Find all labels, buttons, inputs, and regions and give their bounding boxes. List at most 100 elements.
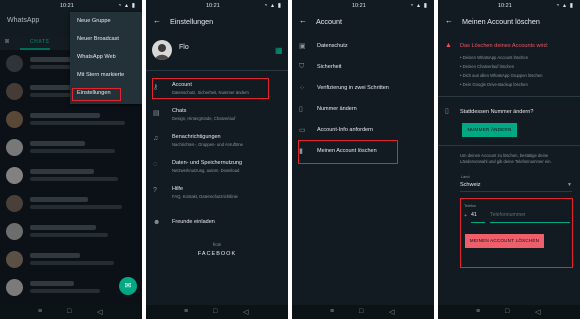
account-item-label: Account-Info anfordern [317,127,373,133]
settings-item-notifications[interactable]: ♫ Benachrichtigungen Nachrichten-, Grupp… [146,132,288,158]
people-icon: ☻ [153,219,161,226]
settings-item-subtitle: FAQ, Kontakt, Datenschutzrichtlinie [172,194,238,199]
page-title: Account [316,17,342,26]
account-item-label: Verifizierung in zwei Schritten [317,85,389,91]
settings-item-help[interactable]: ? Hilfe FAQ, Kontakt, Datenschutzrichtli… [146,184,288,210]
warning-bullet: • Dich aus allen WhatsApp Gruppen lösche… [460,73,543,78]
account-item-change-number[interactable]: ▯ Nummer ändern [292,103,434,123]
status-icons: ◔ ▴ ▮ [409,3,428,9]
status-bar: 10:21 ◔ ▴ ▮ [438,0,580,14]
phone-screen-account: 10:21 ◔ ▴ ▮ ← Account ▣ Datenschutz ⛉ Si… [292,0,434,319]
status-icons: ◔ ▴ ▮ [555,3,574,9]
new-chat-button[interactable]: ✉ [119,277,137,295]
settings-item-subtitle: Design, Hintergründe, Chatverlauf [172,116,236,121]
phone-icon: ▯ [445,108,449,115]
country-value: Schweiz [460,182,481,188]
menu-icon[interactable]: ≡ [38,308,42,315]
account-item-security[interactable]: ⛉ Sicherheit [292,61,434,81]
warning-bullet: • Deinen Chatverlauf löschen [460,64,515,69]
lock-icon: ▣ [299,43,306,50]
settings-item-title: Chats [172,108,187,114]
warning-bullet: • Deinen WhatsApp Account löschen [460,55,529,60]
app-bar: ← Account [292,14,434,31]
dropdown-icon: ▼ [567,182,572,188]
data-usage-icon: ◌ [153,161,158,168]
status-icons: ◔ ▴ ▮ [263,3,282,9]
country-select[interactable]: Schweiz ▼ [460,182,572,192]
bell-icon: ♫ [153,135,159,142]
back-icon[interactable]: ◁ [97,308,102,316]
system-nav-bar: ≡ □ ◁ [146,305,288,319]
home-icon[interactable]: □ [359,308,363,315]
home-icon[interactable]: □ [505,308,509,315]
country-label: Land [461,175,470,179]
help-icon: ? [153,187,157,194]
divider [438,96,580,97]
warning-bullet: • Dein Google Drive-Backup löschen [460,82,528,87]
phone-screen-chats: 10:21 ◔ ▴ ▮ WhatsApp ◙ CHATS ✉ Neue Grup [0,0,142,319]
back-icon[interactable]: ◁ [535,308,540,316]
status-bar: 10:21 ◔ ▴ ▮ [146,0,288,14]
delete-instructions: Um deinen Account zu löschen, bestätige … [460,153,552,164]
highlight-box [298,140,398,164]
qr-code-icon[interactable]: ▦ [275,46,283,55]
shield-icon: ⛉ [299,63,305,70]
menu-icon[interactable]: ≡ [476,308,480,315]
back-icon[interactable]: ◁ [243,308,248,316]
account-item-label: Sicherheit [317,64,342,70]
system-nav-bar: ≡ □ ◁ [0,305,142,319]
status-time: 10:21 [60,3,74,9]
menu-item-new-broadcast[interactable]: Neuer Broadcast [77,36,119,42]
highlight-box [152,78,269,99]
change-number-label: Stattdessen Nummer ändern? [460,109,534,115]
status-time: 10:21 [206,3,220,9]
facebook-logo: FACEBOOK [197,251,237,257]
settings-item-invite[interactable]: ☻ Freunde einladen [146,216,288,242]
settings-item-chats[interactable]: ▤ Chats Design, Hintergründe, Chatverlau… [146,106,288,132]
warning-title: Das Löschen deines Accounts wird: [460,43,549,49]
menu-icon[interactable]: ≡ [330,308,334,315]
settings-item-title: Benachrichtigungen [172,134,221,140]
divider [438,145,580,146]
status-bar: 10:21 ◔ ▴ ▮ [292,0,434,14]
document-icon: ▭ [299,127,306,134]
phone-screen-delete-account: 10:21 ◔ ▴ ▮ ← Meinen Account löschen ▲ D… [438,0,580,319]
system-nav-bar: ≡ □ ◁ [438,305,580,319]
account-item-privacy[interactable]: ▣ Datenschutz [292,40,434,60]
account-item-label: Datenschutz [317,43,348,49]
settings-item-storage[interactable]: ◌ Daten- und Speichernutzung Netzwerknut… [146,158,288,184]
phone-swap-icon: ▯ [299,106,303,113]
settings-item-title: Daten- und Speichernutzung [172,160,243,166]
back-arrow-icon[interactable]: ← [299,16,307,25]
account-item-two-step[interactable]: ⁘ Verifizierung in zwei Schritten [292,82,434,102]
profile-name[interactable]: Flo [179,44,189,51]
status-time: 10:21 [498,3,512,9]
dots-icon: ⁘ [299,85,305,92]
back-icon[interactable]: ◁ [389,308,394,316]
app-title: WhatsApp [7,17,40,24]
highlight-box [72,88,121,101]
phone-screen-settings: 10:21 ◔ ▴ ▮ ← Einstellungen Flo ▦ ⚷ Acco… [146,0,288,319]
change-number-button[interactable]: NUMMER ÄNDERN [462,123,517,137]
back-arrow-icon[interactable]: ← [445,16,453,25]
back-arrow-icon[interactable]: ← [153,16,161,25]
settings-item-subtitle: Nachrichten-, Gruppen- und Anruftöne [172,142,243,147]
app-bar: ← Einstellungen [146,14,288,31]
menu-item-new-group[interactable]: Neue Gruppe [77,18,111,24]
home-icon[interactable]: □ [213,308,217,315]
system-nav-bar: ≡ □ ◁ [292,305,434,319]
account-item-label: Nummer ändern [317,106,357,112]
settings-item-subtitle: Netzwerknutzung, autom. Download [172,168,240,173]
page-title: Meinen Account löschen [462,17,540,26]
profile-avatar[interactable] [152,40,172,60]
divider [146,70,288,71]
menu-item-whatsapp-web[interactable]: WhatsApp Web [77,54,116,60]
highlight-box [460,198,573,268]
home-icon[interactable]: □ [67,308,71,315]
menu-item-starred[interactable]: Mit Stern markierte [77,72,124,78]
settings-item-title: Hilfe [172,186,184,192]
status-icons: ◔ ▴ ▮ [117,3,136,9]
app-bar: ← Meinen Account löschen [438,14,580,31]
menu-icon[interactable]: ≡ [184,308,188,315]
settings-item-title: Freunde einladen [172,219,215,225]
